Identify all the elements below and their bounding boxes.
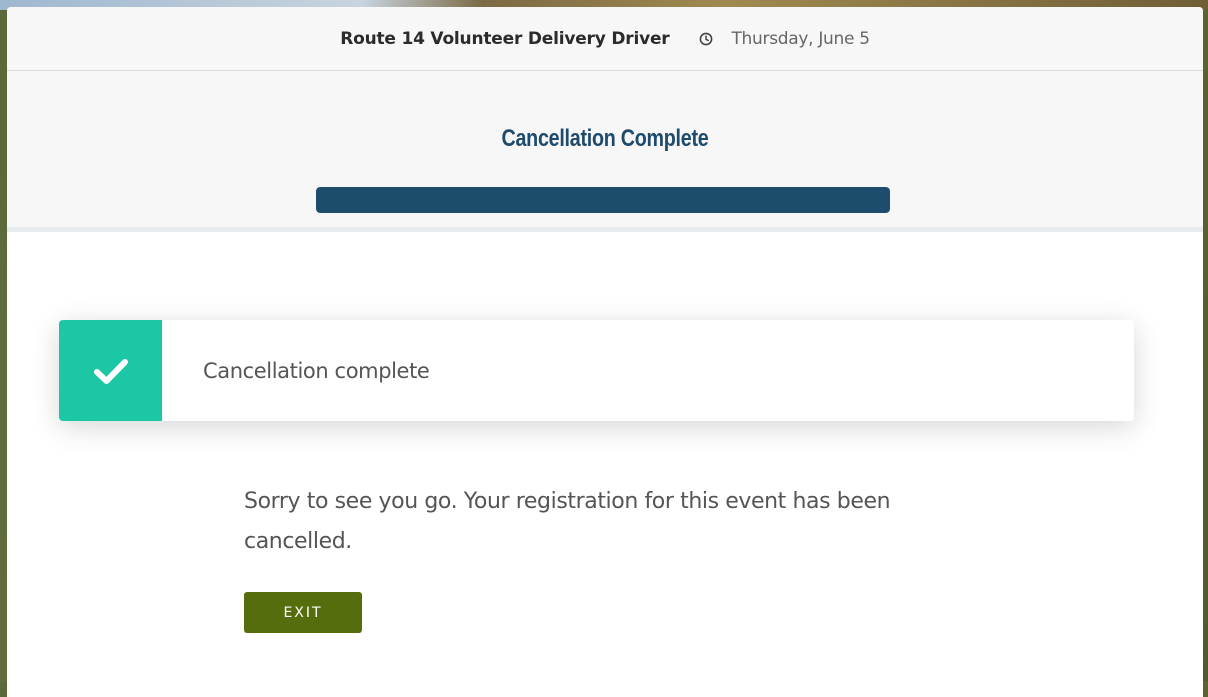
cancellation-message: Sorry to see you go. Your registration f…	[244, 489, 891, 554]
progress-fill	[316, 187, 890, 213]
progress-bar	[316, 187, 890, 213]
event-header: Route 14 Volunteer Delivery Driver Thurs…	[7, 7, 1203, 71]
event-date: Thursday, June 5	[731, 28, 870, 49]
step-header: Cancellation Complete	[7, 71, 1203, 232]
step-title: Cancellation Complete	[501, 125, 709, 152]
exit-button[interactable]: EXIT	[244, 592, 362, 633]
checkmark-icon	[93, 358, 128, 384]
success-alert: Cancellation complete	[59, 320, 1134, 421]
event-title: Route 14 Volunteer Delivery Driver	[340, 28, 670, 49]
alert-icon-box	[59, 320, 162, 421]
alert-text: Cancellation complete	[203, 358, 430, 383]
clock-icon	[700, 32, 713, 45]
